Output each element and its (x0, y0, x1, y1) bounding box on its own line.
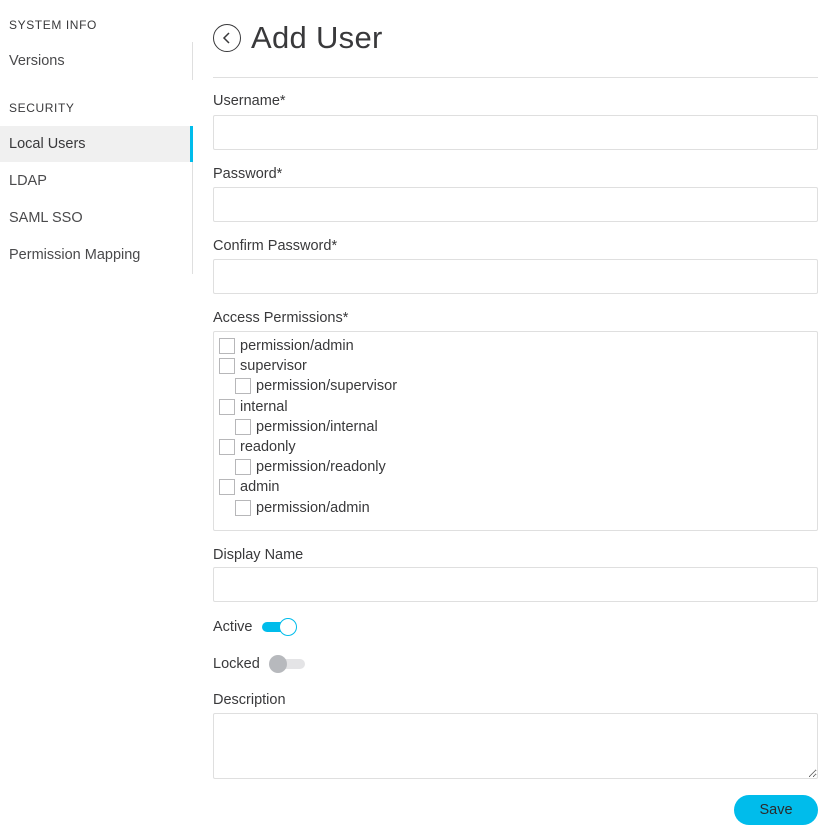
permission-label: permission/internal (256, 418, 378, 435)
checkbox[interactable] (235, 418, 251, 435)
permission-label: internal (240, 398, 288, 415)
permission-group[interactable]: supervisor (214, 356, 817, 376)
permission-item[interactable]: permission/internal (214, 417, 817, 437)
sidebar-section-heading-security: SECURITY (9, 101, 75, 115)
password-input[interactable] (213, 187, 818, 222)
checkbox[interactable] (219, 398, 235, 415)
active-label: Active (213, 619, 253, 635)
sidebar-item-versions[interactable]: Versions (0, 43, 193, 79)
access-permissions-tree: permission/admin supervisor permission/s… (213, 331, 818, 531)
username-input[interactable] (213, 115, 818, 150)
checkbox[interactable] (219, 358, 235, 375)
username-label: Username* (213, 93, 286, 109)
sidebar-section-heading-system-info: SYSTEM INFO (9, 18, 97, 32)
checkbox[interactable] (235, 378, 251, 395)
permission-label: permission/admin (240, 338, 354, 355)
permission-label: permission/supervisor (256, 378, 398, 395)
checkbox[interactable] (219, 338, 235, 355)
active-row: Active (213, 617, 298, 637)
header-divider (213, 77, 818, 78)
locked-label: Locked (213, 656, 260, 672)
password-label: Password* (213, 166, 283, 182)
description-textarea[interactable] (213, 713, 818, 779)
permission-label: readonly (240, 439, 296, 456)
permission-label: permission/readonly (256, 459, 386, 476)
display-name-label: Display Name (213, 547, 304, 563)
permission-item[interactable]: permission/readonly (214, 457, 817, 477)
sidebar-item-saml-sso[interactable]: SAML SSO (0, 200, 193, 236)
permission-item[interactable]: permission/admin (214, 498, 817, 518)
sidebar-item-local-users[interactable]: Local Users (0, 126, 193, 162)
permission-group[interactable]: internal (214, 397, 817, 417)
description-label: Description (213, 692, 286, 708)
sidebar-item-ldap[interactable]: LDAP (0, 163, 193, 199)
back-button[interactable] (213, 24, 241, 52)
confirm-password-label: Confirm Password* (213, 238, 338, 254)
permission-label: admin (240, 479, 280, 496)
access-permissions-label: Access Permissions* (213, 310, 349, 326)
confirm-password-input[interactable] (213, 259, 818, 294)
permission-group[interactable]: admin (214, 477, 817, 497)
active-toggle[interactable] (261, 617, 298, 637)
checkbox[interactable] (219, 479, 235, 496)
save-button[interactable]: Save (734, 795, 818, 825)
chevron-left-icon (222, 32, 230, 44)
page-title: Add User (251, 20, 383, 55)
permission-item[interactable]: permission/admin (214, 336, 817, 356)
permission-label: supervisor (240, 358, 307, 375)
checkbox[interactable] (235, 459, 251, 476)
locked-row: Locked (213, 654, 305, 674)
checkbox[interactable] (235, 499, 251, 516)
display-name-input[interactable] (213, 567, 818, 602)
permission-group[interactable]: readonly (214, 437, 817, 457)
permission-label: permission/admin (256, 499, 370, 516)
checkbox[interactable] (219, 439, 235, 456)
locked-toggle[interactable] (268, 654, 305, 674)
page-header: Add User (213, 20, 383, 56)
permission-item[interactable]: permission/supervisor (214, 376, 817, 396)
sidebar-item-permission-mapping[interactable]: Permission Mapping (0, 237, 193, 273)
